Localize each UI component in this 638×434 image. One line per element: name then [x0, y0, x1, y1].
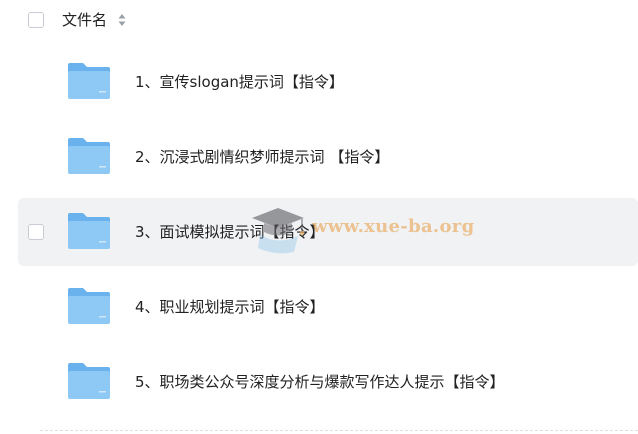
list-divider [40, 430, 638, 431]
file-row[interactable]: 2、沉浸式剧情织梦师提示词 【指令】 [18, 123, 638, 191]
folder-icon [68, 63, 110, 99]
file-row-label[interactable]: 5、职场类公众号深度分析与爆款写作达人提示【指令】 [135, 371, 505, 393]
file-row[interactable]: 4、职业规划提示词【指令】 [18, 273, 638, 341]
file-row[interactable]: 1、宣传slogan提示词【指令】 [18, 48, 638, 116]
select-all-checkbox[interactable] [28, 12, 44, 28]
file-row[interactable]: 5、职场类公众号深度分析与爆款写作达人提示【指令】 [18, 348, 638, 416]
folder-icon [68, 288, 110, 324]
folder-icon [68, 138, 110, 174]
file-row-label[interactable]: 3、面试模拟提示词【指令】 [135, 221, 325, 243]
file-list-page: 文件名 1、宣传slogan提示词【指令】 2、沉浸式剧情织梦师提示词 【指令】… [0, 0, 638, 434]
column-header-filename[interactable]: 文件名 [62, 10, 107, 30]
file-list-header: 文件名 [0, 0, 638, 42]
row-checkbox[interactable] [28, 224, 44, 240]
file-row-label[interactable]: 1、宣传slogan提示词【指令】 [135, 71, 344, 93]
sort-caret-icon[interactable] [118, 13, 126, 27]
folder-icon [68, 213, 110, 249]
folder-icon [68, 363, 110, 399]
file-row-label[interactable]: 2、沉浸式剧情织梦师提示词 【指令】 [135, 146, 389, 168]
file-row-hovered[interactable]: 3、面试模拟提示词【指令】 [18, 198, 638, 266]
file-row-label[interactable]: 4、职业规划提示词【指令】 [135, 296, 325, 318]
